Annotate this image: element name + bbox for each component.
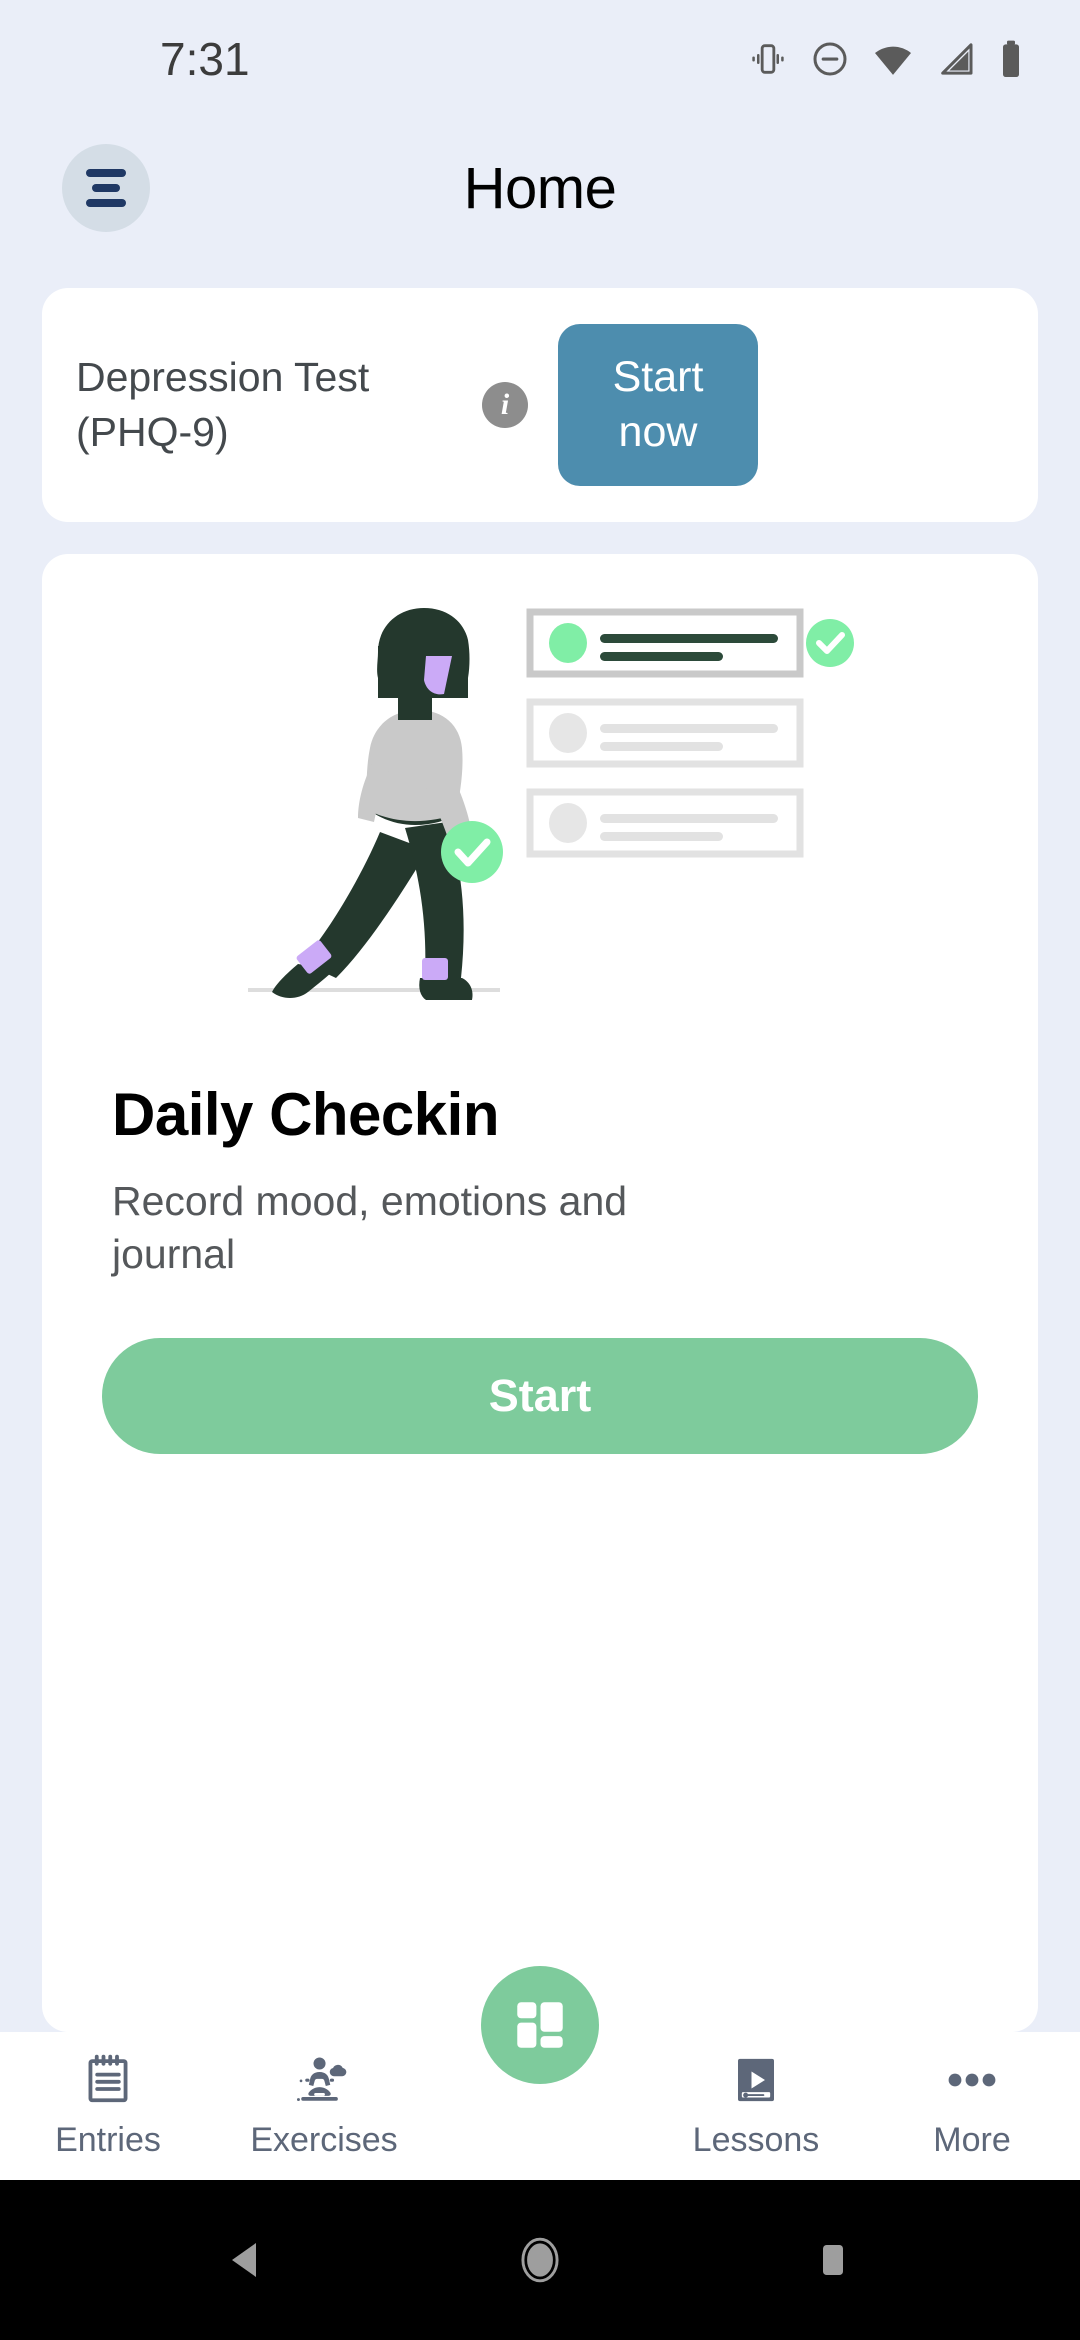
main-content: Depression Test (PHQ-9) i Start now Dail… xyxy=(0,258,1080,2032)
depression-test-title: Depression Test (PHQ-9) xyxy=(76,354,370,455)
daily-checkin-start-button[interactable]: Start xyxy=(102,1337,978,1454)
status-icons xyxy=(748,39,1024,79)
video-lesson-icon xyxy=(729,2053,783,2107)
check-badge-top xyxy=(806,619,854,667)
meditation-icon xyxy=(295,2053,353,2107)
nav-label-exercises: Exercises xyxy=(250,2120,398,2159)
menu-line-middle xyxy=(92,184,120,192)
notepad-icon xyxy=(81,2053,135,2107)
status-bar: 7:31 xyxy=(0,0,1080,118)
start-now-button-label: Start now xyxy=(613,350,704,460)
app-header: Home xyxy=(0,118,1080,258)
depression-test-card: Depression Test (PHQ-9) i Start now xyxy=(42,288,1038,522)
do-not-disturb-icon xyxy=(810,39,850,79)
phone-screen: 7:31 Home Depression Test (PHQ-9) i Star… xyxy=(0,0,1080,2340)
nav-item-lessons[interactable]: Lessons xyxy=(648,2032,864,2180)
nav-item-exercises[interactable]: Exercises xyxy=(216,2032,432,2180)
page-title: Home xyxy=(463,155,617,221)
daily-checkin-title: Daily Checkin xyxy=(112,1081,500,1148)
circle-home-icon[interactable] xyxy=(470,2210,610,2310)
daily-checkin-description: Record mood, emotions and journal xyxy=(112,1178,628,1278)
info-icon[interactable]: i xyxy=(482,382,528,428)
nav-label-lessons: Lessons xyxy=(692,2120,820,2159)
dashboard-grid-icon[interactable] xyxy=(481,1966,599,2084)
more-dots-icon xyxy=(942,2053,1002,2107)
vibrate-icon xyxy=(748,39,788,79)
cellular-signal-icon xyxy=(936,39,976,79)
start-now-line2: now xyxy=(618,408,698,456)
checklist-rows xyxy=(526,608,804,858)
battery-icon xyxy=(998,39,1024,79)
start-now-button[interactable]: Start now xyxy=(558,324,758,486)
android-system-nav xyxy=(0,2180,1080,2340)
menu-line-top xyxy=(86,169,126,177)
walking-person-checklist-illustration xyxy=(72,590,1008,1020)
nav-item-more[interactable]: More xyxy=(864,2032,1080,2180)
daily-checkin-card: Daily Checkin Record mood, emotions and … xyxy=(42,554,1038,2032)
square-recents-icon[interactable] xyxy=(763,2210,903,2310)
hamburger-menu-icon[interactable] xyxy=(62,144,150,232)
check-badge-hand xyxy=(441,821,503,883)
nav-item-entries[interactable]: Entries xyxy=(0,2032,216,2180)
start-now-line1: Start xyxy=(612,352,704,401)
nav-label-entries: Entries xyxy=(55,2120,161,2159)
nav-label-more: More xyxy=(933,2120,1011,2159)
bottom-navigation-bar: Entries Exercises Lessons More xyxy=(0,1966,1080,2180)
triangle-back-icon[interactable] xyxy=(177,2210,317,2310)
wifi-icon xyxy=(872,39,914,79)
menu-line-bottom xyxy=(86,199,126,207)
status-time: 7:31 xyxy=(160,33,250,85)
walking-person xyxy=(272,608,473,1000)
